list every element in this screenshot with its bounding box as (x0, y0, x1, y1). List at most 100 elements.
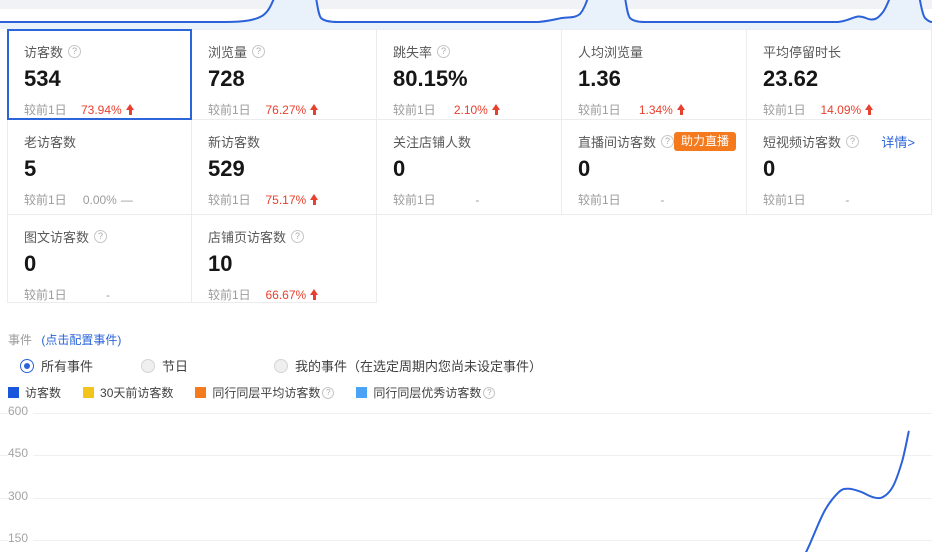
info-icon[interactable]: ? (322, 387, 334, 399)
trend-up-icon (310, 104, 319, 115)
info-icon[interactable]: ? (291, 230, 304, 243)
metric-label: 图文访客数 (24, 227, 89, 246)
compare-change: 66.67% (251, 288, 360, 302)
metric-compare-row: 较前1日 - (393, 191, 545, 208)
metric-value: 0 (24, 251, 175, 277)
visitors-line (0, 400, 932, 552)
metric-card-head: 老访客数 (24, 133, 175, 150)
compare-change-value: 14.09% (820, 103, 861, 117)
compare-label: 较前1日 (208, 101, 251, 118)
metric-value: 5 (24, 156, 175, 182)
metric-card-bounce-rate[interactable]: 跳失率?80.15%较前1日2.10% (377, 29, 562, 120)
metric-compare-row: 较前1日75.17% (208, 191, 360, 208)
compare-label: 较前1日 (208, 286, 251, 303)
info-icon[interactable]: ? (437, 45, 450, 58)
compare-label: 较前1日 (393, 101, 436, 118)
compare-label: 较前1日 (763, 191, 806, 208)
trend-up-icon (310, 194, 319, 205)
metric-value: 80.15% (393, 66, 545, 92)
metric-compare-row: 较前1日1.34% (578, 101, 730, 118)
metric-card-short-video-visitors[interactable]: 短视频访客数?详情>0较前1日- (747, 120, 932, 215)
configure-events-link[interactable]: (点击配置事件) (41, 333, 121, 347)
metric-card-new-visitors[interactable]: 新访客数 529 较前1日75.17% (192, 120, 377, 215)
metric-card-returning-visitors[interactable]: 老访客数5较前1日0.00%— (7, 120, 192, 215)
metric-label: 新访客数 (208, 132, 260, 151)
info-icon[interactable]: ? (68, 45, 81, 58)
legend-item-1[interactable]: 30天前访客数 (83, 384, 173, 401)
legend-item-0[interactable]: 访客数 (8, 384, 61, 401)
legend-label: 访客数 (25, 384, 61, 401)
metric-card-head: 平均停留时长 (763, 43, 915, 60)
metric-card-livestream-visitors[interactable]: 直播间访客数?助力直播0较前1日- (562, 120, 747, 215)
metric-compare-row: 较前1日66.67% (208, 286, 360, 303)
metric-value: 0 (393, 156, 545, 182)
chart-legend: 访客数 30天前访客数 同行同层平均访客数? 同行同层优秀访客数? (8, 384, 517, 401)
radio-icon (141, 359, 155, 373)
no-data-dash: - (475, 193, 479, 207)
top-chart-fragment (0, 0, 932, 29)
legend-label: 同行同层优秀访客数 (373, 384, 481, 401)
compare-label: 较前1日 (578, 191, 621, 208)
trend-up-icon (865, 104, 874, 115)
compare-label: 较前1日 (24, 101, 67, 118)
compare-change-value: 2.10% (454, 103, 488, 117)
compare-change-value: 73.94% (81, 103, 122, 117)
info-icon[interactable]: ? (252, 45, 265, 58)
compare-change: 76.27% (251, 103, 360, 117)
metric-card-image-text-visitors[interactable]: 图文访客数?0较前1日- (7, 215, 192, 303)
metric-card-shop-page-visitors[interactable]: 店铺页访客数?10较前1日66.67% (192, 215, 377, 303)
radio-label: 我的事件（在选定周期内您尚未设定事件） (295, 356, 542, 375)
visitors-trend-chart: 600450300150 (0, 400, 932, 552)
radio-option-1[interactable]: 节日 (141, 356, 188, 375)
metric-card-shop-followers[interactable]: 关注店铺人数 0 较前1日 - (377, 120, 562, 215)
metric-label: 短视频访客数 (763, 132, 841, 151)
metric-card-views-per-visitor[interactable]: 人均浏览量1.36较前1日1.34% (562, 29, 747, 120)
metric-card-head: 短视频访客数? 详情> (763, 133, 915, 150)
metric-label: 关注店铺人数 (393, 132, 471, 151)
top-sparkline (0, 0, 932, 29)
metric-label: 平均停留时长 (763, 42, 841, 61)
compare-change: - (67, 288, 175, 302)
metric-compare-row: 较前1日 73.94% (24, 101, 175, 118)
live-boost-badge[interactable]: 助力直播 (674, 132, 736, 151)
metric-card-head: 新访客数 (208, 133, 360, 150)
compare-change: 73.94% (67, 103, 175, 117)
compare-label: 较前1日 (393, 191, 436, 208)
metric-card-head: 直播间访客数?助力直播 (578, 133, 730, 150)
metric-card-avg-stay-duration[interactable]: 平均停留时长 23.62 较前1日14.09% (747, 29, 932, 120)
info-icon[interactable]: ? (661, 135, 674, 148)
metric-label: 人均浏览量 (578, 42, 643, 61)
info-icon[interactable]: ? (846, 135, 859, 148)
metric-compare-row: 较前1日14.09% (763, 101, 915, 118)
compare-change-value: 0.00% (83, 193, 117, 207)
info-icon[interactable]: ? (483, 387, 495, 399)
metric-value: 529 (208, 156, 360, 182)
metric-card-head: 人均浏览量 (578, 43, 730, 60)
legend-item-3[interactable]: 同行同层优秀访客数? (356, 384, 495, 401)
compare-label: 较前1日 (24, 191, 67, 208)
legend-swatch (356, 387, 367, 398)
metric-label: 店铺页访客数 (208, 227, 286, 246)
metric-label: 老访客数 (24, 132, 76, 151)
legend-swatch (8, 387, 19, 398)
radio-option-2[interactable]: 我的事件（在选定周期内您尚未设定事件） (274, 356, 542, 375)
legend-swatch (195, 387, 206, 398)
metric-compare-row: 较前1日 76.27% (208, 101, 360, 118)
compare-change: 1.34% (621, 103, 730, 117)
metric-label: 直播间访客数 (578, 132, 656, 151)
legend-item-2[interactable]: 同行同层平均访客数? (195, 384, 334, 401)
info-icon[interactable]: ? (94, 230, 107, 243)
metric-value: 23.62 (763, 66, 915, 92)
events-section: 事件 (点击配置事件) 所有事件节日我的事件（在选定周期内您尚未设定事件） (8, 331, 542, 375)
radio-option-0[interactable]: 所有事件 (20, 356, 93, 375)
metric-card-head: 访客数? (24, 43, 175, 60)
metric-value: 0 (763, 156, 915, 182)
compare-change-value: 76.27% (265, 103, 306, 117)
compare-change: 2.10% (436, 103, 545, 117)
compare-change: - (621, 193, 730, 207)
metric-compare-row: 较前1日- (578, 191, 730, 208)
metric-card-visitors[interactable]: 访客数?534较前1日73.94% (7, 29, 192, 120)
details-link[interactable]: 详情> (881, 132, 915, 151)
metric-card-pageviews[interactable]: 浏览量?728较前1日76.27% (192, 29, 377, 120)
trend-up-icon (126, 104, 135, 115)
